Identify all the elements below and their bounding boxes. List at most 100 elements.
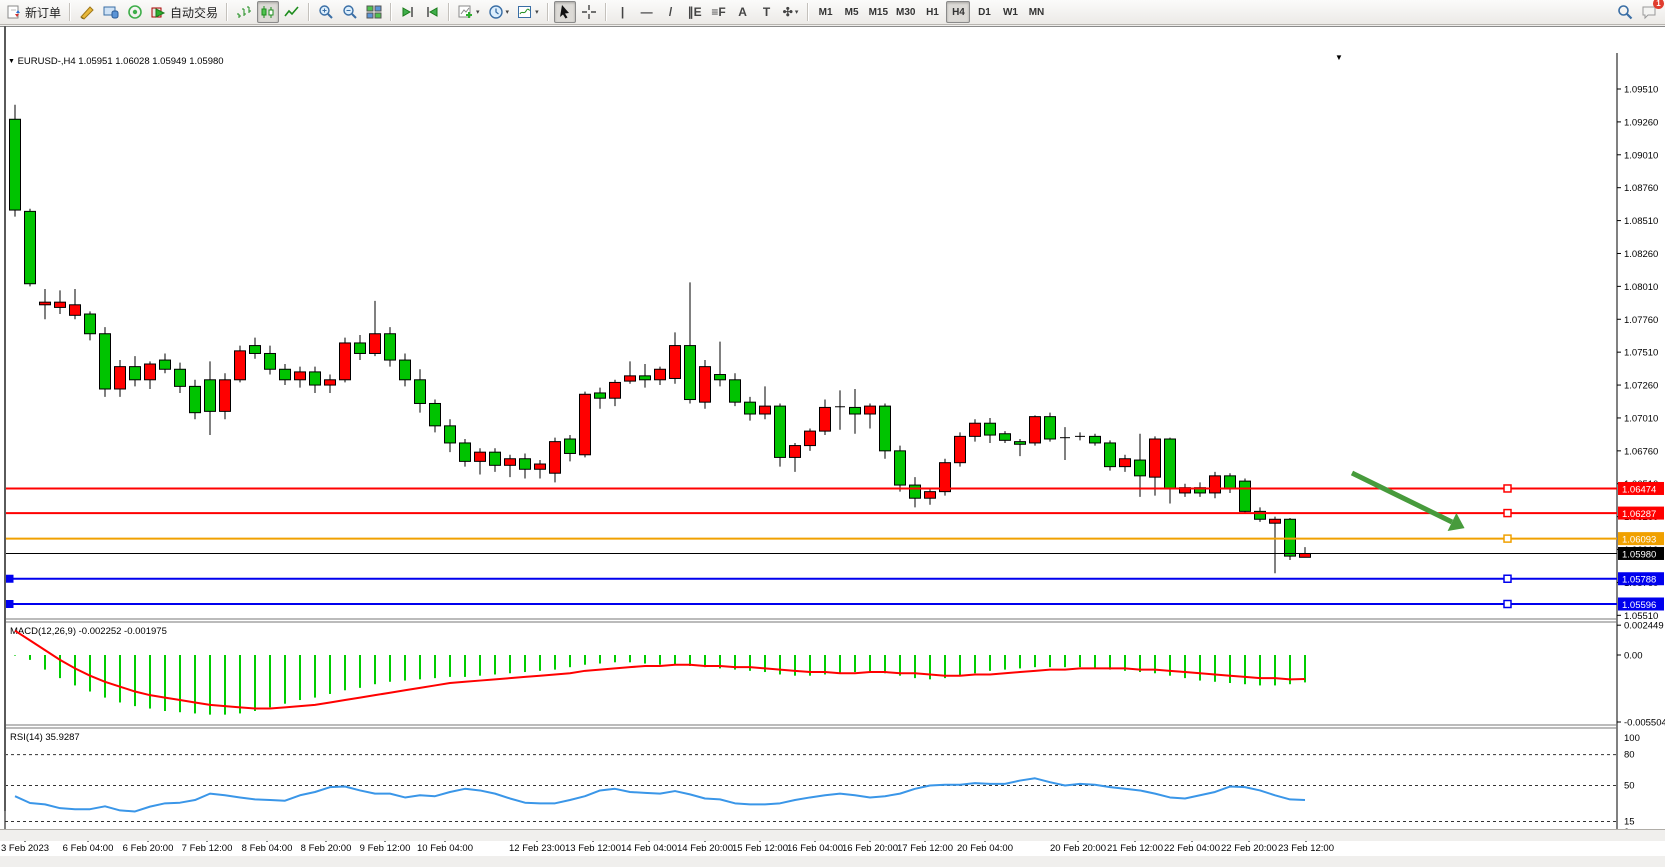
time-tick-label: 22 Feb 20:00	[1221, 843, 1277, 854]
candle-body	[25, 211, 36, 283]
signals-button[interactable]	[124, 1, 146, 23]
shift-icon	[424, 4, 440, 20]
zoom-out-button[interactable]	[339, 1, 361, 23]
tf-m30-button[interactable]: M30	[893, 1, 918, 23]
zoomin-icon	[318, 4, 334, 20]
auto-scroll-button[interactable]	[397, 1, 419, 23]
hline-handle[interactable]	[1504, 485, 1511, 492]
hline-handle[interactable]	[1504, 575, 1511, 582]
candle-body	[415, 380, 426, 404]
hline-handle[interactable]	[1504, 601, 1511, 608]
trendline-tool-button[interactable]: /	[660, 1, 682, 23]
text-tool-button[interactable]: A	[732, 1, 754, 23]
time-tick-label: 3 Feb 2023	[1, 843, 49, 854]
chart-collapse-icon[interactable]: ▼	[8, 58, 15, 65]
terminal-icon	[103, 4, 119, 20]
toolbar-group-scroll	[396, 0, 444, 24]
toolbar-group-chart-type	[232, 0, 304, 24]
crosshair-icon	[581, 4, 597, 20]
toolbar-group-pointer	[553, 0, 601, 24]
time-tick-label: 23 Feb 12:00	[1278, 843, 1334, 854]
tf-h1-button[interactable]: H1	[920, 1, 944, 23]
equidistant-channel-tool-button-glyph: ∥E	[688, 5, 702, 19]
zoomout-icon	[342, 4, 358, 20]
indicators-button[interactable]: ▾	[455, 1, 483, 23]
toolbar-group-timeframes: M1M5M15 M30 H1H4D1W1MN	[813, 0, 1050, 24]
candle-body	[685, 346, 696, 400]
candle-body	[85, 314, 96, 334]
chart-plot[interactable]: 1.095101.092601.090101.087601.085101.082…	[0, 53, 1665, 867]
horizontal-line-tool-button[interactable]: —	[636, 1, 658, 23]
zoom-in-button[interactable]	[315, 1, 337, 23]
hline-handle[interactable]	[6, 575, 13, 582]
toolbar-separator	[448, 3, 450, 21]
tf-w1-button[interactable]: W1	[998, 1, 1022, 23]
time-tick-label: 14 Feb 04:00	[621, 843, 677, 854]
hline-handle[interactable]	[1504, 535, 1511, 542]
tf-m30-button-label: M30	[896, 7, 915, 18]
rsi-tick-label: 80	[1624, 750, 1635, 761]
candle-body	[790, 446, 801, 458]
tiles-icon	[366, 4, 382, 20]
tf-d1-button[interactable]: D1	[972, 1, 996, 23]
chart-title: ▼ EURUSD-,H4 1.05951 1.06028 1.05949 1.0…	[8, 56, 224, 67]
price-tick-label: 1.09010	[1624, 150, 1658, 161]
chat-button[interactable]: 1	[1638, 1, 1660, 23]
candle-body	[430, 403, 441, 425]
tf-m15-button[interactable]: M15	[866, 1, 891, 23]
autotrade-button[interactable]: 自动交易	[148, 1, 221, 23]
periods-button[interactable]: ▾	[485, 1, 513, 23]
templates-button[interactable]: ▾	[514, 1, 542, 23]
time-tick-label: 9 Feb 12:00	[360, 843, 411, 854]
candlestick-chart-button[interactable]	[257, 1, 279, 23]
fibonacci-tool-button[interactable]: ≡F	[708, 1, 730, 23]
toolbar-right: 1	[1613, 1, 1661, 23]
arrows-tool-button[interactable]: ✣▾	[780, 1, 802, 23]
vertical-line-tool-button-glyph: |	[621, 5, 624, 19]
candle-body	[295, 372, 306, 380]
bar-chart-button[interactable]	[233, 1, 255, 23]
candle-body	[1120, 459, 1131, 467]
vertical-line-tool-button[interactable]: |	[612, 1, 634, 23]
tf-h4-button[interactable]: H4	[946, 1, 970, 23]
candle-body	[175, 369, 186, 386]
bars-icon	[236, 4, 252, 20]
tf-mn-button[interactable]: MN	[1024, 1, 1048, 23]
candle-body	[205, 380, 216, 412]
chart-symbol-label: EURUSD-,H4	[18, 56, 76, 67]
candle-body	[190, 386, 201, 412]
hline-handle[interactable]	[6, 601, 13, 608]
signal-icon	[127, 4, 143, 20]
price-label-text: 1.06474	[1622, 484, 1656, 495]
candle-body	[1150, 439, 1161, 477]
line-chart-button[interactable]	[281, 1, 303, 23]
time-tick-label: 14 Feb 20:00	[677, 843, 733, 854]
cursor-tool-button[interactable]	[554, 1, 576, 23]
template-icon	[517, 4, 533, 20]
chart-ohlc-values: 1.05951 1.06028 1.05949 1.05980	[78, 56, 223, 67]
market-watch-button[interactable]	[100, 1, 122, 23]
candle-body	[940, 463, 951, 492]
tile-windows-button[interactable]	[363, 1, 385, 23]
macd-label: MACD(12,26,9) -0.002252 -0.001975	[10, 626, 167, 637]
hline-handle[interactable]	[1504, 510, 1511, 517]
new-order-button[interactable]: 新订单	[3, 1, 64, 23]
price-tick-label: 1.08760	[1624, 183, 1658, 194]
tf-m1-button[interactable]: M1	[814, 1, 838, 23]
candle-body	[310, 372, 321, 385]
chart-background	[0, 53, 1665, 856]
chart-shift-button[interactable]	[421, 1, 443, 23]
candle-body	[220, 380, 231, 412]
tf-m5-button[interactable]: M5	[840, 1, 864, 23]
candle-body	[340, 343, 351, 380]
time-tick-label: 12 Feb 23:00	[509, 843, 565, 854]
styler-icon-button[interactable]	[76, 1, 98, 23]
search-button[interactable]	[1614, 1, 1636, 23]
crosshair-tool-button[interactable]	[578, 1, 600, 23]
price-tick-label: 1.07260	[1624, 381, 1658, 392]
text-label-tool-button[interactable]: T	[756, 1, 778, 23]
chart-quick-menu-icon[interactable]: ▼	[1335, 53, 1343, 62]
equidistant-channel-tool-button[interactable]: ∥E	[684, 1, 706, 23]
toolbar-separator	[69, 3, 71, 21]
macd-tick-label: -0.005504	[1624, 717, 1665, 728]
